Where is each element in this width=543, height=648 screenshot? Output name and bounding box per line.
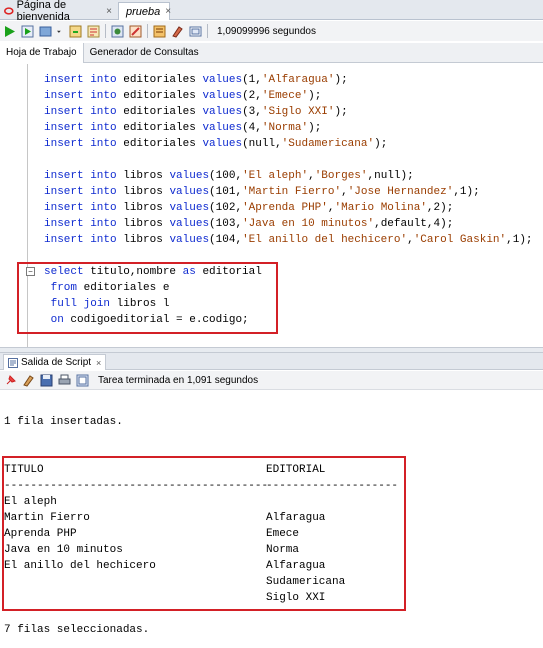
worksheet-subtabs: Hoja de Trabajo Generador de Consultas (0, 42, 543, 63)
sql-editor[interactable]: insert into editoriales values(1,'Alfara… (0, 64, 543, 347)
document-tab-bar: Página de bienvenida × prueba × (0, 0, 543, 23)
tab-worksheet[interactable]: Hoja de Trabajo (0, 42, 84, 63)
code-line: insert into editoriales values(1,'Alfara… (44, 74, 348, 86)
script-output-text[interactable]: 1 fila insertadas. TITULO EDITORIAL ----… (0, 391, 543, 648)
clear-icon[interactable] (171, 25, 184, 38)
close-icon[interactable]: × (96, 358, 101, 368)
tab-query-builder[interactable]: Generador de Consultas (84, 43, 205, 63)
close-icon[interactable]: × (165, 6, 171, 17)
code-line: insert into editoriales values(2,'Emece'… (44, 90, 322, 102)
code-line: insert into libros values(103,'Java en 1… (44, 218, 454, 230)
commit-icon[interactable] (39, 25, 52, 38)
tab-label: Salida de Script (21, 357, 92, 368)
unshared-worksheet-icon[interactable] (189, 25, 202, 38)
toolbar-divider (105, 24, 106, 38)
script-output-icon (8, 357, 18, 368)
tab-welcome-page[interactable]: Página de bienvenida × (0, 0, 116, 23)
worksheet-toolbar: 1,09099996 segundos (0, 21, 543, 41)
rollback-icon[interactable] (69, 25, 82, 38)
code-line: insert into editoriales values(null,'Sud… (44, 138, 388, 150)
code-line: insert into libros values(101,'Martin Fi… (44, 186, 480, 198)
tab-label: prueba (126, 5, 161, 18)
find-icon[interactable] (76, 374, 89, 387)
code-line: insert into libros values(100,'El aleph'… (44, 170, 414, 182)
code-line: insert into editoriales values(4,'Norma'… (44, 122, 322, 134)
save-icon[interactable] (40, 374, 53, 387)
toolbar-divider (147, 24, 148, 38)
tab-script-output[interactable]: Salida de Script × (3, 354, 107, 370)
toolbar-divider (207, 24, 208, 38)
tab-prueba[interactable]: prueba × (118, 2, 171, 20)
query-highlight-box (17, 262, 278, 334)
run-script-icon[interactable] (21, 25, 34, 38)
tab-label: Página de bienvenida (16, 0, 70, 23)
code-line: insert into libros values(102,'Aprenda P… (44, 202, 454, 214)
sql-history-icon[interactable] (153, 25, 166, 38)
dropdown-arrow-icon[interactable] (57, 25, 64, 38)
eraser-icon[interactable] (22, 374, 35, 387)
result-highlight-box (2, 456, 406, 611)
print-icon[interactable] (58, 374, 71, 387)
code-line: insert into libros values(104,'El anillo… (44, 234, 533, 246)
run-statement-icon[interactable] (3, 25, 16, 38)
explain-plan-icon[interactable] (87, 25, 100, 38)
output-toolbar: Tarea terminada en 1,091 segundos (0, 371, 543, 390)
elapsed-time: 1,09099996 segundos (217, 25, 316, 37)
oracle-icon (4, 7, 14, 15)
pin-icon[interactable] (4, 374, 17, 387)
output-line: 7 filas seleccionadas. (4, 624, 150, 636)
sql-tuning-icon[interactable] (129, 25, 142, 38)
autotrace-icon[interactable] (111, 25, 124, 38)
output-tab-bar: Salida de Script × (0, 353, 543, 370)
task-status-text: Tarea terminada en 1,091 segundos (98, 374, 259, 386)
output-line: 1 fila insertadas. (4, 416, 123, 428)
close-icon[interactable]: × (106, 6, 112, 17)
code-line: insert into editoriales values(3,'Siglo … (44, 106, 348, 118)
